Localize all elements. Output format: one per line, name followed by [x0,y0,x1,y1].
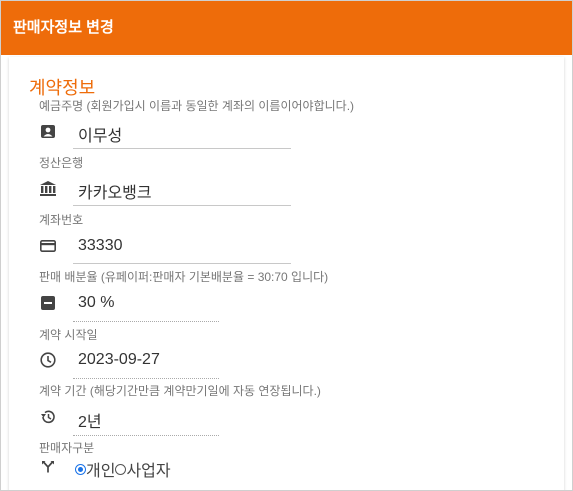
period-label: 계약 기간 (해당기간만큼 계약만기일에 자동 연장됩니다.) [39,384,321,398]
holder-underline [73,148,291,149]
period-field: 2년 [78,414,102,431]
bank-icon [39,179,57,197]
bank-field[interactable]: 카카오뱅크 [78,179,152,203]
seller-type-label: 판매자구분 [39,441,95,455]
ratio-label: 판매 배분율 (유페이퍼:판매자 기본배분율 = 30:70 입니다) [39,270,329,284]
seller-type-radio-group: 개인 사업자 [75,457,171,481]
bank-underline [73,205,291,206]
person-badge-icon [39,122,57,140]
radio-individual[interactable] [75,463,86,475]
account-underline [73,263,291,264]
fork-icon [39,458,57,476]
history-icon [39,408,57,426]
radio-individual-label[interactable]: 개인 [86,457,115,481]
ratio-underline [73,321,219,322]
ratio-field: 30 % [78,294,115,311]
period-underline [73,435,219,436]
start-date-label: 계약 시작일 [39,328,98,342]
minus-box-icon [39,294,57,312]
bank-label: 정산은행 [39,156,84,170]
account-label: 계좌번호 [39,213,84,227]
holder-field[interactable]: 이무성 [78,122,122,146]
credit-card-icon [39,237,57,255]
dialog-header: 판매자정보 변경 [1,1,572,55]
radio-business-label[interactable]: 사업자 [126,457,170,481]
start-date-field: 2023-09-27 [78,351,160,368]
start-date-underline [73,378,219,379]
account-field[interactable]: 33330 [78,237,123,255]
seller-info-dialog: 판매자정보 변경 계약정보 예금주명 (회원가입시 이름과 동일한 계좌의 이름… [0,0,573,491]
holder-label: 예금주명 (회원가입시 이름과 동일한 계좌의 이름이어야합니다.) [39,99,355,113]
radio-business[interactable] [115,463,127,475]
clock-icon [39,351,57,369]
